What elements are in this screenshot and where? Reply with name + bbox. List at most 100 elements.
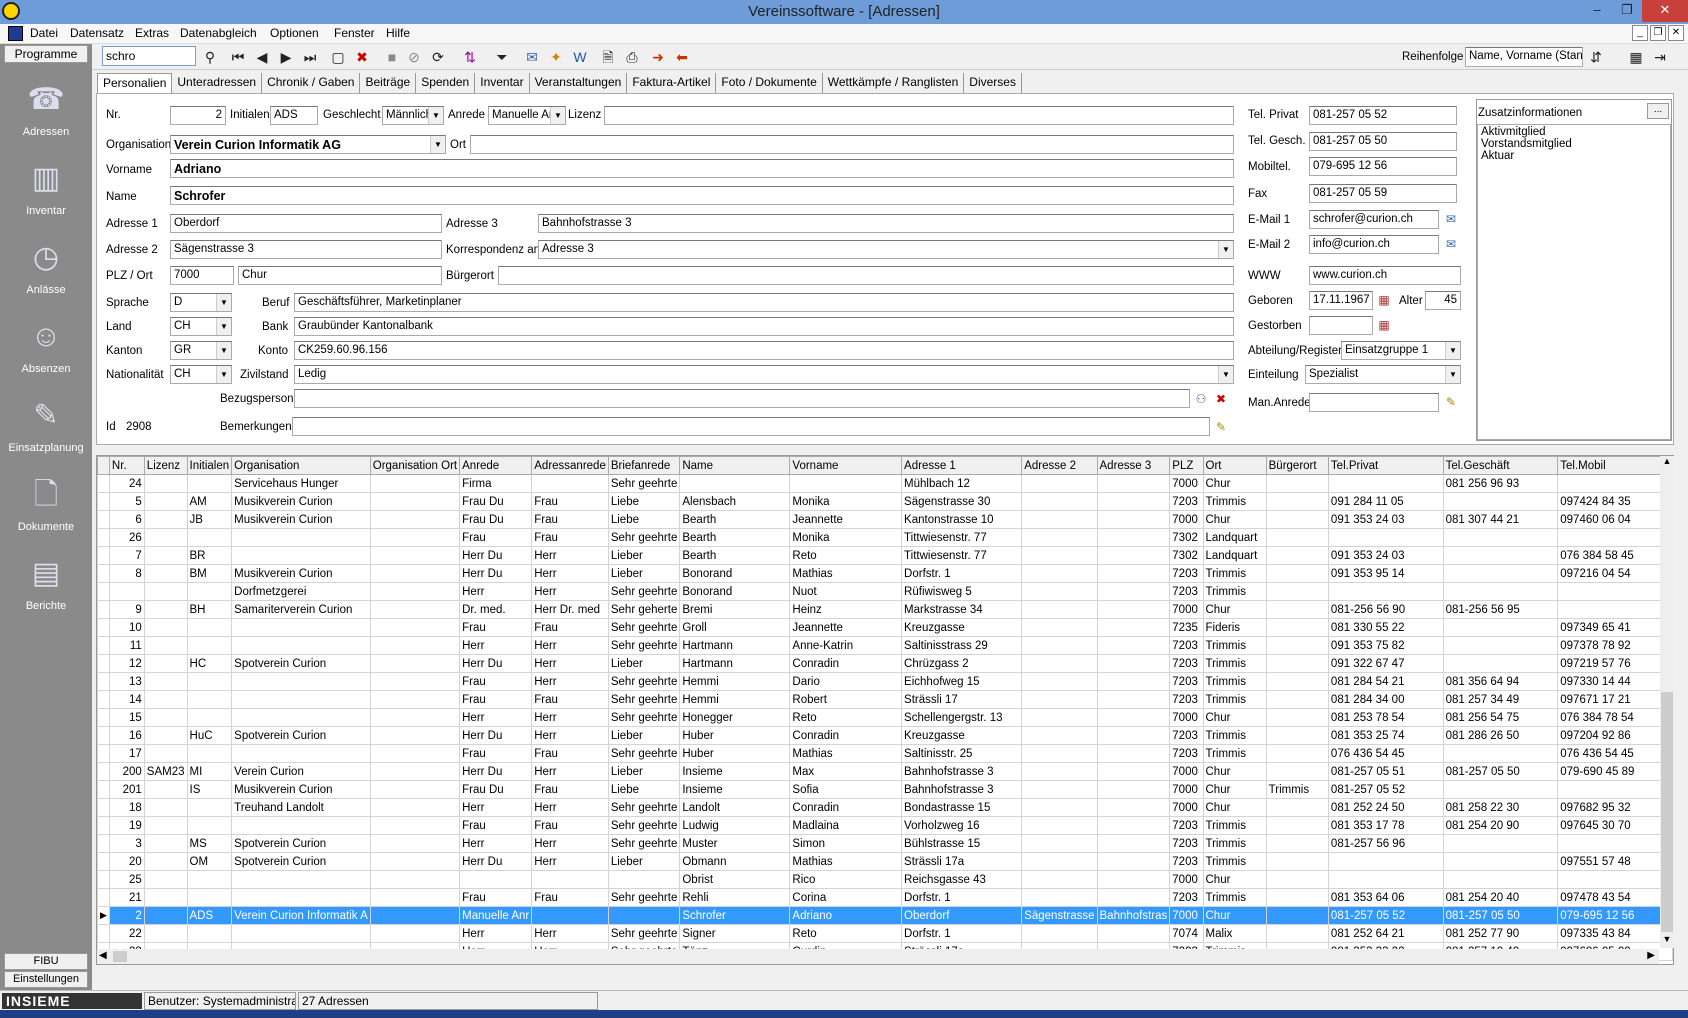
table-cell[interactable] (1442, 564, 1559, 583)
column-header[interactable]: PLZ (1169, 456, 1204, 475)
table-cell[interactable]: Frau (531, 780, 609, 799)
table-cell[interactable]: Frau Du (459, 510, 533, 529)
table-cell[interactable]: 7235 (1169, 618, 1204, 637)
table-cell[interactable] (1265, 762, 1329, 781)
lizenz-field[interactable] (604, 106, 1234, 125)
table-cell[interactable] (789, 474, 903, 493)
sidebar-item-inventar[interactable]: ▥ Inventar (0, 159, 92, 217)
table-cell[interactable] (1442, 528, 1559, 547)
table-cell[interactable]: 076 384 58 45 (1557, 546, 1673, 565)
initialen-field[interactable]: ADS (270, 106, 318, 125)
table-cell[interactable]: 7000 (1169, 510, 1204, 529)
table-cell[interactable] (1021, 528, 1098, 547)
row-indicator[interactable] (97, 474, 110, 493)
table-cell[interactable]: Hartmann (679, 654, 791, 673)
table-cell[interactable]: 3 (108, 834, 145, 853)
table-cell[interactable]: 091 353 24 03 (1327, 546, 1444, 565)
layout-icon[interactable]: ▦ (1626, 47, 1646, 67)
table-cell[interactable] (1442, 870, 1559, 889)
table-cell[interactable] (1557, 600, 1673, 619)
table-cell[interactable]: OM (186, 852, 233, 871)
table-cell[interactable]: 091 353 75 82 (1327, 636, 1444, 655)
table-cell[interactable]: Liebe (607, 510, 681, 529)
table-cell[interactable]: Jeannette (789, 618, 903, 637)
einteilung-select[interactable]: Spezialist ▼ (1305, 365, 1461, 384)
table-row[interactable]: 12 HC Spotverein Curion Herr Du Herr Lieber Ha… (97, 654, 1673, 673)
column-header[interactable]: Initialen (186, 456, 233, 475)
mdi-restore-button[interactable]: ❐ (1650, 25, 1666, 41)
table-cell[interactable] (1327, 582, 1444, 601)
table-cell[interactable] (1096, 744, 1171, 763)
table-cell[interactable] (1327, 852, 1444, 871)
table-cell[interactable] (231, 744, 371, 763)
table-cell[interactable]: Herr Dr. med (531, 600, 609, 619)
table-cell[interactable]: Oberdorf (901, 906, 1023, 925)
table-row[interactable]: 16 HuC Spotverein Curion Herr Du Herr Lieber H… (97, 726, 1673, 745)
email-icon[interactable]: ✉ (522, 47, 542, 67)
table-cell[interactable] (1557, 780, 1673, 799)
table-cell[interactable]: Verein Curion Informatik A (231, 906, 371, 925)
table-row[interactable]: 17 Frau Frau Sehr geehrte Huber Mathias Saltin… (97, 744, 1673, 763)
refresh-icon[interactable]: ⟳ (428, 47, 448, 67)
table-cell[interactable]: 081 284 54 21 (1327, 672, 1444, 691)
sprache-select[interactable]: D ▼ (170, 293, 232, 312)
table-cell[interactable]: Bearth (679, 546, 791, 565)
bemerkungen-field[interactable] (292, 417, 1210, 436)
table-cell[interactable]: Sehr geehrte (607, 690, 681, 709)
table-cell[interactable]: 097219 57 76 (1557, 654, 1673, 673)
table-cell[interactable] (369, 600, 461, 619)
name-field[interactable]: Schrofer (170, 186, 1234, 205)
table-cell[interactable]: 081 353 64 06 (1327, 888, 1444, 907)
row-indicator[interactable] (97, 564, 110, 583)
row-indicator[interactable] (97, 762, 110, 781)
table-row[interactable]: 9 BH Samariterverein Curion Dr. med. Herr Dr… (97, 600, 1673, 619)
table-row[interactable]: 10 Frau Frau Sehr geehrte Groll Jeannette Kreu… (97, 618, 1673, 637)
column-header[interactable]: Adressanrede (531, 456, 609, 475)
table-cell[interactable]: Herr (531, 726, 609, 745)
table-cell[interactable]: Reto (789, 546, 903, 565)
table-cell[interactable] (1265, 654, 1329, 673)
table-cell[interactable]: JB (186, 510, 233, 529)
table-cell[interactable]: 7203 (1169, 852, 1204, 871)
table-cell[interactable]: Frau (459, 690, 533, 709)
row-indicator[interactable] (97, 618, 110, 637)
table-cell[interactable] (143, 654, 188, 673)
table-cell[interactable] (369, 528, 461, 547)
table-cell[interactable]: 24 (108, 474, 145, 493)
table-cell[interactable]: Herr (531, 636, 609, 655)
table-cell[interactable]: Herr (531, 798, 609, 817)
table-cell[interactable]: Trimmis (1202, 888, 1267, 907)
table-cell[interactable]: 081 284 34 00 (1327, 690, 1444, 709)
table-cell[interactable] (369, 726, 461, 745)
table-cell[interactable] (143, 834, 188, 853)
table-cell[interactable]: SAM23 (143, 762, 188, 781)
kanton-select[interactable]: GR ▼ (170, 341, 232, 360)
table-cell[interactable]: 081 353 17 78 (1327, 816, 1444, 835)
table-cell[interactable] (186, 582, 233, 601)
table-cell[interactable]: Monika (789, 528, 903, 547)
scroll-thumb[interactable] (1661, 692, 1673, 932)
table-cell[interactable] (1442, 636, 1559, 655)
mobil-field[interactable]: 079-695 12 56 (1309, 157, 1457, 176)
table-cell[interactable]: 7000 (1169, 708, 1204, 727)
preview-icon[interactable]: 🗎 (598, 47, 618, 67)
table-cell[interactable]: Alensbach (679, 492, 791, 511)
table-cell[interactable] (143, 510, 188, 529)
table-cell[interactable]: 9 (108, 600, 145, 619)
table-cell[interactable]: 7203 (1169, 690, 1204, 709)
binoculars-icon[interactable]: ⚲ (200, 47, 220, 67)
chevron-down-icon[interactable]: ▼ (430, 136, 445, 153)
table-cell[interactable]: 7203 (1169, 492, 1204, 511)
table-cell[interactable] (369, 852, 461, 871)
table-cell[interactable]: IS (186, 780, 233, 799)
menu-hilfe[interactable]: Hilfe (386, 26, 410, 40)
bezugsperson-field[interactable] (294, 389, 1190, 408)
row-indicator[interactable] (97, 510, 110, 529)
table-cell[interactable]: Herr (459, 798, 533, 817)
telprivat-field[interactable]: 081-257 05 52 (1309, 106, 1457, 125)
sidebar-item-einsatzplanung[interactable]: ✎ Einsatzplanung (0, 396, 92, 454)
table-cell[interactable] (143, 888, 188, 907)
table-cell[interactable]: Conradin (789, 726, 903, 745)
table-cell[interactable] (369, 780, 461, 799)
sort-direction-icon[interactable]: ⇵ (1586, 47, 1606, 67)
